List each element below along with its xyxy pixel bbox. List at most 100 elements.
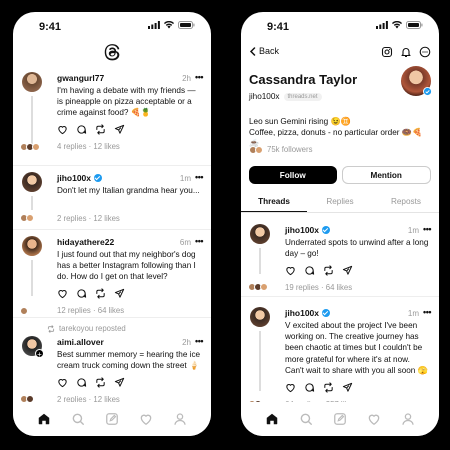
heart-icon[interactable] [285,382,296,393]
avatar[interactable] [250,307,270,327]
feed-post[interactable]: gwangurl77 2h ••• I'm having a debate wi… [13,72,211,160]
post-stats[interactable]: 19 replies · 64 likes [285,283,352,292]
post-text: I'm having a debate with my friends — is… [57,86,196,118]
avatar[interactable] [22,72,42,92]
post-text: Best summer memory = hearing the ice cre… [57,350,201,371]
share-icon[interactable] [114,124,125,135]
share-icon[interactable] [114,377,125,388]
compose-icon[interactable] [333,412,347,426]
share-icon[interactable] [342,265,353,276]
repost-icon[interactable] [95,124,106,135]
tab-reposts[interactable]: Reposts [373,193,439,212]
activity-heart-icon[interactable] [367,412,381,426]
top-nav: Back [241,46,439,60]
heart-icon[interactable] [57,377,68,388]
more-options-icon[interactable]: ••• [195,236,203,246]
more-options-icon[interactable]: ••• [195,172,203,182]
heart-icon[interactable] [285,265,296,276]
profile-avatar[interactable] [401,66,432,96]
feed-post[interactable]: hidayathere22 6m ••• I just found out th… [13,236,211,315]
follower-avatars [249,145,263,154]
feed-post[interactable]: jiho100x 1m ••• Don't let my Italian gra… [13,172,211,224]
avatar[interactable] [22,236,42,256]
profile-icon[interactable] [401,412,415,426]
comment-icon[interactable] [76,377,87,388]
compose-icon[interactable] [105,412,119,426]
search-icon[interactable] [299,412,313,426]
verified-badge-icon [322,309,331,317]
battery-icon [178,21,195,29]
post-stats[interactable]: 12 replies · 64 likes [57,306,124,315]
post-username[interactable]: jiho100x [285,225,319,235]
post-time: 6m [179,237,191,247]
post-stats-row: 2 replies · 12 likes [20,213,201,223]
post-username[interactable]: jiho100x [57,173,91,183]
follow-button[interactable]: Follow [249,166,337,184]
status-icons [148,21,195,29]
post-username[interactable]: jiho100x [285,308,319,318]
post-text: Underrated spots to unwind after a long … [285,238,429,259]
instagram-icon[interactable] [381,46,393,58]
share-icon[interactable] [342,382,353,393]
repost-icon[interactable] [323,265,334,276]
repost-icon[interactable] [95,288,106,299]
post-stats-row: 4 replies · 12 likes [20,142,201,152]
share-icon[interactable] [114,288,125,299]
status-time: 9:41 [267,21,290,33]
avatar[interactable] [22,172,42,192]
followers-row[interactable]: 75k followers [249,145,313,154]
verified-badge-icon [322,226,331,234]
feed: gwangurl77 2h ••• I'm having a debate wi… [13,72,211,404]
status-time: 9:41 [39,21,62,33]
more-options-icon[interactable]: ••• [423,224,431,234]
profile-header: Cassandra Taylor jiho100x threads.net [249,66,432,101]
more-options-icon[interactable]: ••• [423,307,431,317]
post-text: I just found out that my neighbor's dog … [57,250,196,282]
comment-icon[interactable] [304,265,315,276]
reply-avatars [20,142,40,151]
home-icon[interactable] [265,412,279,426]
activity-heart-icon[interactable] [139,412,153,426]
search-icon[interactable] [71,412,85,426]
avatar[interactable] [250,224,270,244]
post-text: Don't let my Italian grandma hear you... [57,186,200,195]
tab-replies[interactable]: Replies [307,193,373,212]
bell-icon[interactable] [400,46,412,58]
feed-post[interactable]: + aimi.allover 2h ••• Best summer memory… [13,336,211,404]
comment-icon[interactable] [76,288,87,299]
repost-label[interactable]: tarekoyou reposted [59,324,126,333]
tab-threads[interactable]: Threads [241,193,307,212]
post-username[interactable]: hidayathere22 [57,237,114,247]
back-label: Back [259,46,280,56]
heart-icon[interactable] [57,288,68,299]
profile-actions: Follow Mention [249,166,431,184]
back-button[interactable]: Back [249,46,279,56]
repost-icon[interactable] [95,377,106,388]
more-options-icon[interactable]: ••• [195,336,203,346]
verified-badge-icon [94,174,103,182]
comment-icon[interactable] [76,124,87,135]
home-icon[interactable] [37,412,51,426]
reply-avatars [20,214,34,223]
repost-icon[interactable] [323,382,334,393]
post-username[interactable]: aimi.allover [57,337,104,347]
post-username[interactable]: gwangurl77 [57,73,104,83]
mention-button[interactable]: Mention [341,166,431,184]
more-options-icon[interactable]: ••• [195,72,203,82]
post-actions [57,288,201,300]
status-icons [376,21,423,29]
heart-icon[interactable] [57,124,68,135]
comment-icon[interactable] [304,382,315,393]
feed-post[interactable]: jiho100x 1m ••• Underrated spots to unwi… [241,224,439,292]
follow-plus-icon[interactable]: + [35,349,44,359]
profile-icon[interactable] [173,412,187,426]
more-circle-icon[interactable] [419,46,431,58]
domain-chip[interactable]: threads.net [283,92,322,101]
post-time: 1m [407,308,419,318]
divider [241,296,439,297]
post-stats[interactable]: 2 replies · 12 likes [57,214,120,223]
post-actions [57,124,201,136]
post-stats[interactable]: 4 replies · 12 likes [57,142,120,151]
threads-logo-icon[interactable] [102,42,122,62]
feed-post[interactable]: jiho100x 1m ••• V excited about the proj… [241,307,439,409]
